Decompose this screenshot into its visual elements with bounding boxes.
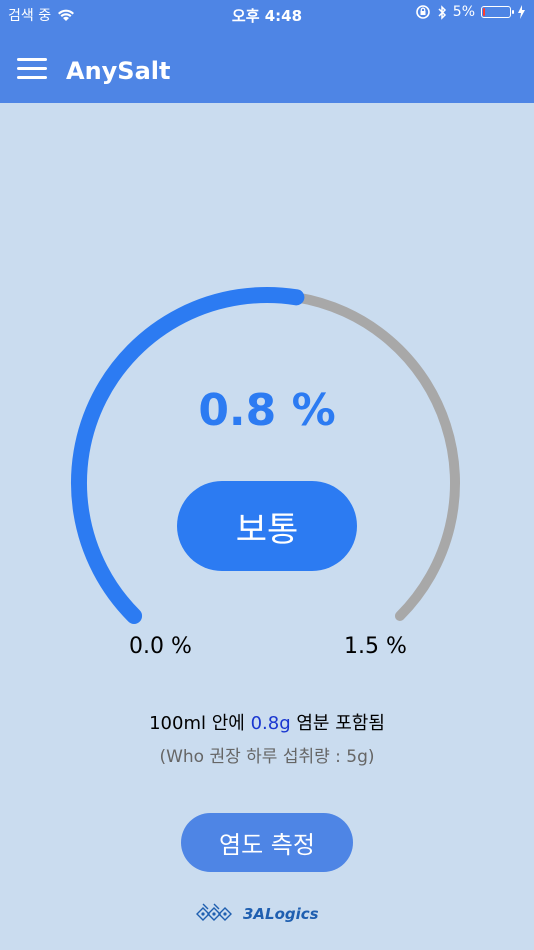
gauge-min-label: 0.0 % (129, 634, 192, 659)
logo-text: 3ALogics (243, 905, 319, 923)
measure-button-label: 염도 측정 (219, 831, 315, 859)
salinity-gauge (70, 287, 460, 624)
salt-content-suffix: 염분 포함됨 (290, 713, 385, 734)
logo-mark-icon (196, 903, 232, 921)
who-recommendation-note: (Who 권장 하루 섭취량 : 5g) (159, 747, 375, 767)
salinity-status-badge: 보통 (177, 481, 357, 571)
status-label: 보통 (235, 509, 299, 550)
measure-salinity-button[interactable]: 염도 측정 (181, 813, 353, 872)
salt-amount: 0.8g (250, 713, 291, 734)
company-logo: 3ALogics (195, 902, 319, 926)
gauge-max-label: 1.5 % (344, 634, 407, 659)
salt-content-prefix: 100ml 안에 (149, 713, 251, 734)
salt-content-text: 100ml 안에 0.8g 염분 포함됨 (0, 709, 534, 735)
salinity-value: 0.8 % (198, 385, 336, 436)
